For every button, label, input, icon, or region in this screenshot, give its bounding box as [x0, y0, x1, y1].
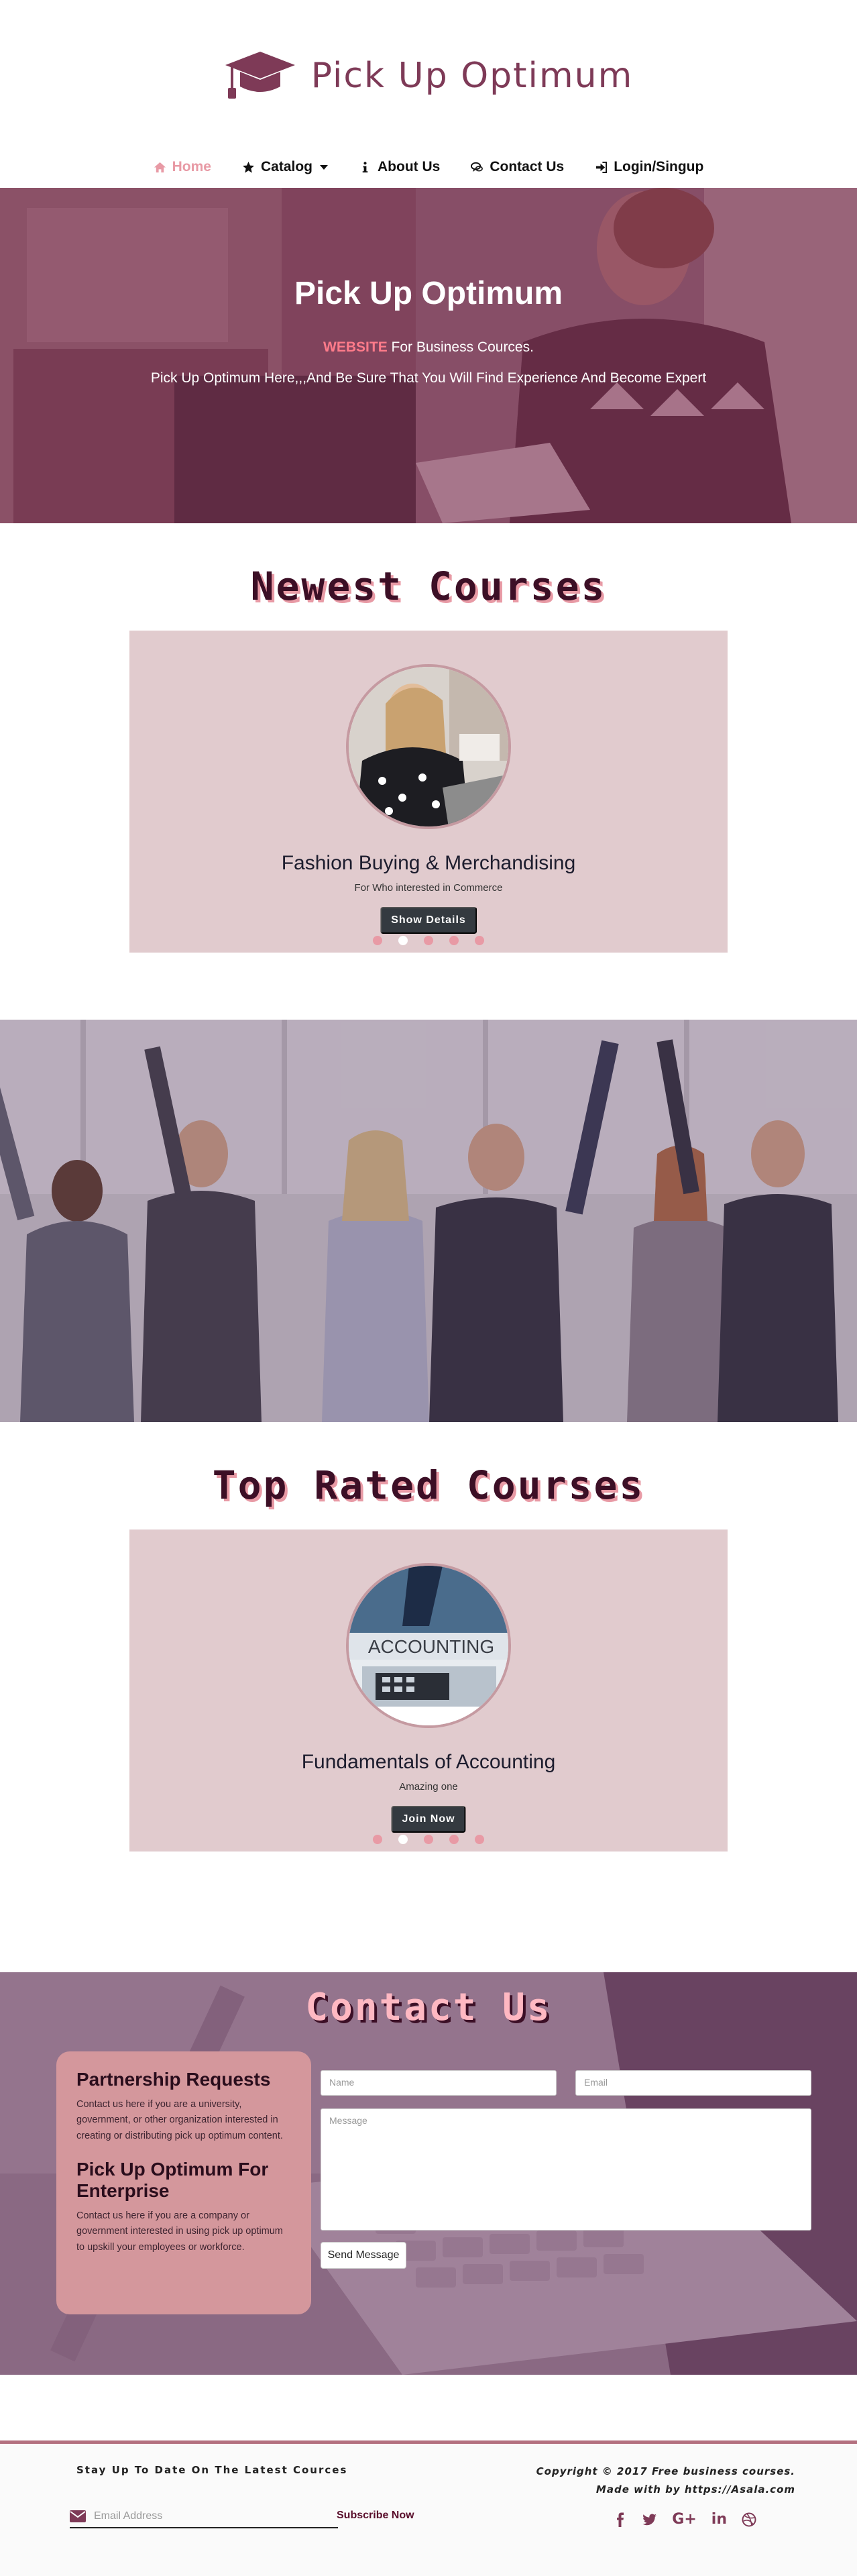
carousel-dot[interactable] [373, 1835, 382, 1844]
enterprise-title: Pick Up Optimum For Enterprise [76, 2158, 269, 2201]
copyright-line-2: Made with by https://Asala.com [595, 2483, 795, 2496]
hero-subtitle-accent: WEBSITE [323, 339, 388, 355]
course-image [346, 664, 511, 829]
carousel-dot[interactable] [373, 936, 382, 945]
hero-subtitle-rest: For Business Cources. [387, 339, 534, 355]
join-now-button[interactable]: Join Now [391, 1806, 466, 1833]
carousel-dot[interactable] [475, 1835, 484, 1844]
newsletter-email-input[interactable]: Email Address [70, 2506, 338, 2528]
hero-title: Pick Up Optimum [294, 276, 563, 311]
footer: Stay Up To Date On The Latest Cources Em… [0, 2440, 857, 2576]
nav-contact-label: Contact Us [490, 159, 565, 174]
nav-about-label: About Us [378, 159, 441, 174]
nav-about[interactable]: About Us [359, 159, 440, 175]
carousel-dot[interactable] [475, 936, 484, 945]
contact-title: Contact Us [305, 1986, 552, 2029]
dribbble-icon[interactable] [742, 2512, 756, 2527]
subscribe-button[interactable]: Subscribe Now [337, 2510, 414, 2522]
newest-courses-title: Newest Courses [250, 564, 607, 609]
carousel-dot[interactable] [424, 1835, 433, 1844]
team-overlay [0, 1020, 857, 1422]
chevron-down-icon [320, 164, 329, 170]
newsletter-title: Stay Up To Date On The Latest Cources [76, 2464, 348, 2476]
info-icon [362, 161, 368, 172]
newest-course-carousel[interactable]: Fashion Buying & Merchandising For Who i… [129, 631, 728, 953]
partnership-title: Partnership Requests [76, 2069, 271, 2090]
carousel-dot-active[interactable] [398, 936, 408, 945]
partnership-text: Contact us here if you are a university,… [76, 2099, 283, 2141]
send-message-button[interactable]: Send Message [321, 2242, 406, 2269]
newsletter-placeholder: Email Address [94, 2510, 163, 2522]
contact-section: Contact Us Partnership Requests Contact … [0, 1972, 857, 2375]
course-title: Fundamentals of Accounting [301, 1751, 556, 1773]
social-links: G+ in [613, 2511, 756, 2528]
nav-home-label: Home [172, 159, 211, 174]
copyright: Copyright © 2017 Free business courses. … [536, 2463, 795, 2499]
show-details-button[interactable]: Show Details [380, 907, 477, 934]
nav-catalog-label: Catalog [261, 159, 313, 174]
contact-info-box: Partnership Requests Contact us here if … [56, 2051, 311, 2314]
carousel-dot-active[interactable] [398, 1835, 408, 1844]
top-rated-courses-title: Top Rated Courses [212, 1462, 645, 1508]
hero-description: Pick Up Optimum Here,,,And Be Sure That … [150, 370, 707, 386]
sign-in-icon [596, 161, 608, 173]
accounting-image-text: ACCOUNTING [368, 1636, 494, 1657]
star-icon [242, 161, 255, 173]
main-nav: Home Catalog About Us Contact Us Login/S… [0, 152, 857, 182]
carousel-dot[interactable] [424, 936, 433, 945]
nav-login[interactable]: Login/Singup [595, 159, 703, 175]
graduation-cap-icon [225, 52, 295, 99]
chat-icon [471, 162, 483, 172]
google-plus-icon[interactable]: G+ [672, 2511, 697, 2528]
carousel-indicators [129, 1835, 728, 1844]
facebook-icon[interactable] [613, 2512, 628, 2527]
copyright-line-1: Copyright © 2017 Free business courses. [536, 2465, 795, 2477]
name-field[interactable]: Name [321, 2070, 557, 2096]
enterprise-text: Contact us here if you are a company or … [76, 2210, 283, 2253]
course-description: For Who interested in Commerce [354, 882, 503, 894]
hero-subtitle: WEBSITE For Business Cources. [0, 339, 857, 356]
team-celebration-banner [0, 1020, 857, 1422]
hero-banner: Pick Up Optimum WEBSITE For Business Cou… [0, 188, 857, 523]
hero-overlay [0, 188, 857, 523]
nav-login-label: Login/Singup [614, 159, 704, 174]
message-field[interactable]: Message [321, 2108, 811, 2231]
carousel-dot[interactable] [449, 1835, 459, 1844]
envelope-icon [70, 2510, 86, 2522]
twitter-icon[interactable] [642, 2512, 657, 2527]
course-image: ACCOUNTING [346, 1563, 511, 1728]
nav-catalog[interactable]: Catalog [242, 159, 329, 175]
nav-home[interactable]: Home [154, 159, 211, 175]
home-icon [154, 162, 166, 172]
email-field[interactable]: Email [575, 2070, 811, 2096]
linkedin-icon[interactable]: in [711, 2511, 727, 2528]
nav-contact[interactable]: Contact Us [471, 159, 564, 175]
course-description: Amazing one [399, 1781, 458, 1792]
brand-title: Pick Up Optimum [310, 56, 634, 96]
course-title: Fashion Buying & Merchandising [281, 852, 576, 874]
brand[interactable]: Pick Up Optimum [0, 46, 857, 106]
carousel-dot[interactable] [449, 936, 459, 945]
top-rated-course-carousel[interactable]: ACCOUNTING Fundamentals of Accounting Am… [129, 1529, 728, 1851]
carousel-indicators [129, 936, 728, 945]
